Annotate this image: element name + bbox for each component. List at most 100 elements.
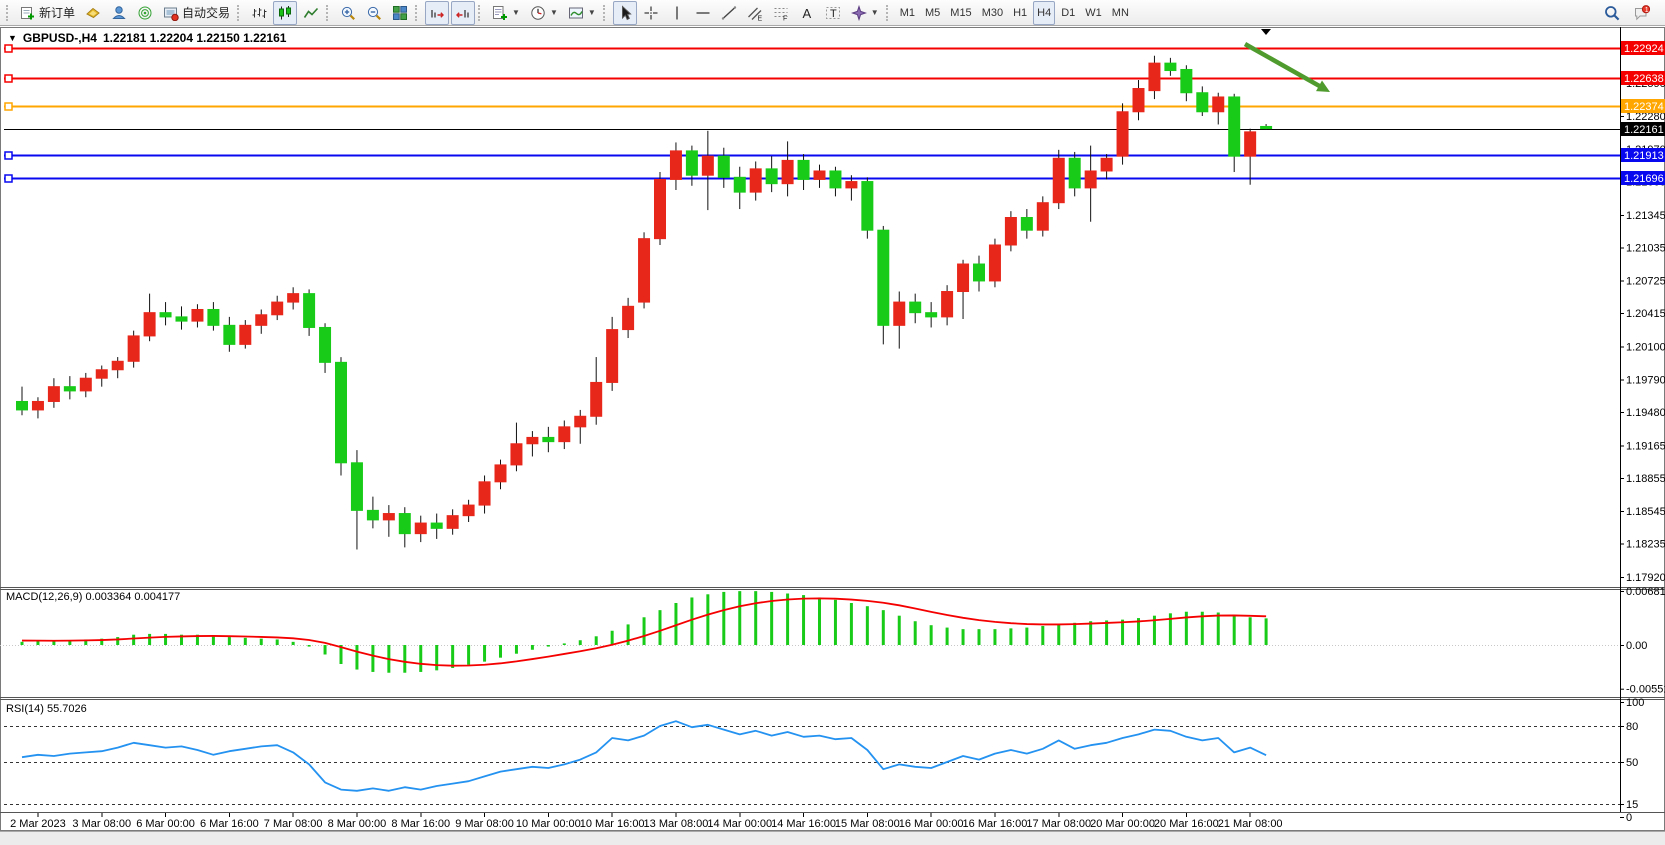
hline-icon (695, 5, 711, 21)
zoom-out-button[interactable] (362, 1, 386, 25)
text-button[interactable]: A (795, 1, 819, 25)
candle (989, 245, 1000, 281)
candle (208, 309, 219, 325)
candle (256, 315, 267, 326)
candle (1005, 218, 1016, 245)
expert-advisors-icon[interactable] (107, 1, 131, 25)
chevron-down-icon[interactable]: ▼ (550, 8, 558, 17)
candle (830, 171, 841, 188)
candle (798, 160, 809, 179)
resistance-line-1-anchor[interactable] (5, 45, 12, 52)
svg-text:A: A (802, 6, 811, 21)
support-line-1-price-badge: 1.21913 (1621, 148, 1665, 162)
crosshair-icon (643, 5, 659, 21)
candle (527, 437, 538, 443)
trading-terminal-window: { "toolbar":{ "groups":[ {"items":[ {"na… (0, 0, 1665, 845)
timeframe-m1-label: M1 (900, 7, 915, 19)
auto-trading-button[interactable]: 自动交易 (159, 1, 234, 25)
price-tick-label: 1.18545 (1626, 506, 1665, 518)
candle (1037, 203, 1048, 230)
support-line-1-anchor[interactable] (5, 152, 12, 159)
periodicity-button[interactable]: ▼ (526, 1, 562, 25)
candle (718, 156, 729, 177)
chart-canvas[interactable]: 1.229001.225901.222801.219701.216601.213… (0, 0, 1665, 845)
market-watch-gold-icon[interactable] (81, 1, 105, 25)
chart-shift-button[interactable] (451, 1, 475, 25)
bar-chart-button[interactable] (247, 1, 271, 25)
candle (288, 294, 299, 302)
tile-icon (392, 5, 408, 21)
text-label-button[interactable]: T (821, 1, 845, 25)
chevron-down-icon[interactable]: ▼ (588, 8, 596, 17)
timeframe-m5[interactable]: M5 (921, 1, 944, 25)
chevron-down-icon[interactable]: ▼ (512, 8, 520, 17)
candle (1229, 97, 1240, 156)
timeframe-m15[interactable]: M15 (946, 1, 975, 25)
signals-icon[interactable] (133, 1, 157, 25)
candle (814, 171, 825, 179)
timeframe-m15-label: M15 (950, 7, 971, 19)
horizontal-line-button[interactable] (691, 1, 715, 25)
arrows-button[interactable]: ▼ (847, 1, 883, 25)
pivot-line-anchor[interactable] (5, 103, 12, 110)
candle (702, 156, 713, 175)
clock-icon (530, 5, 546, 21)
timeframe-m1[interactable]: M1 (896, 1, 919, 25)
line-chart-button[interactable] (299, 1, 323, 25)
svg-text:T: T (830, 8, 837, 20)
fibonacci-button[interactable]: F (769, 1, 793, 25)
timeframe-h4[interactable]: H4 (1033, 1, 1055, 25)
candle (272, 302, 283, 315)
toolbar-grip (886, 5, 891, 21)
price-tick-label: 1.20100 (1626, 341, 1665, 353)
timeframe-h1[interactable]: H1 (1009, 1, 1031, 25)
search-button[interactable] (1600, 1, 1624, 25)
svg-text:1.22638: 1.22638 (1624, 73, 1664, 85)
time-axis-label: 3 Mar 08:00 (72, 818, 131, 830)
chat-button[interactable]: 1 (1630, 1, 1654, 25)
auto-trading-button-label: 自动交易 (182, 4, 230, 21)
trendline-icon (721, 5, 737, 21)
candle (750, 169, 761, 192)
timeframe-mn[interactable]: MN (1108, 1, 1133, 25)
timeframe-d1[interactable]: D1 (1057, 1, 1079, 25)
cursor-button[interactable] (613, 1, 637, 25)
resistance-line-2-anchor[interactable] (5, 75, 12, 82)
price-tick-label: 1.20725 (1626, 275, 1665, 287)
candle (942, 292, 953, 317)
support-line-2-anchor[interactable] (5, 175, 12, 182)
time-axis-label: 14 Mar 16:00 (771, 818, 836, 830)
zoom-in-button[interactable] (336, 1, 360, 25)
candle (336, 362, 347, 462)
candlestick-chart-button[interactable] (273, 1, 297, 25)
auto-scroll-button[interactable] (425, 1, 449, 25)
macd-axis-label: 0.00 (1626, 640, 1647, 652)
candle (782, 160, 793, 183)
trendline-button[interactable] (717, 1, 741, 25)
toolbar-grip (415, 5, 420, 21)
candle (192, 309, 203, 321)
vertical-line-button[interactable] (665, 1, 689, 25)
candle (894, 302, 905, 325)
new-chart-button[interactable]: ▼ (488, 1, 524, 25)
candle (383, 514, 394, 520)
crosshair-button[interactable] (639, 1, 663, 25)
price-tick-label: 1.21345 (1626, 210, 1665, 222)
chevron-down-icon[interactable]: ▼ (871, 8, 879, 17)
chart-dropdown-icon[interactable]: ▼ (8, 33, 17, 43)
tile-windows-button[interactable] (388, 1, 412, 25)
toolbar-right-group: 1 (1599, 1, 1661, 25)
candle (1165, 63, 1176, 70)
equidistant-channel-button[interactable]: E (743, 1, 767, 25)
sonar-icon (137, 5, 153, 21)
time-axis-label: 8 Mar 16:00 (391, 818, 450, 830)
new-order-button[interactable]: 新订单 (16, 1, 79, 25)
zoom-in-icon (340, 5, 356, 21)
candle (1085, 171, 1096, 188)
templates-button[interactable]: ▼ (564, 1, 600, 25)
timeframe-w1[interactable]: W1 (1081, 1, 1106, 25)
timeframe-m5-label: M5 (925, 7, 940, 19)
time-axis-label: 15 Mar 08:00 (835, 818, 900, 830)
price-tick-label: 1.20415 (1626, 308, 1665, 320)
timeframe-m30[interactable]: M30 (978, 1, 1007, 25)
